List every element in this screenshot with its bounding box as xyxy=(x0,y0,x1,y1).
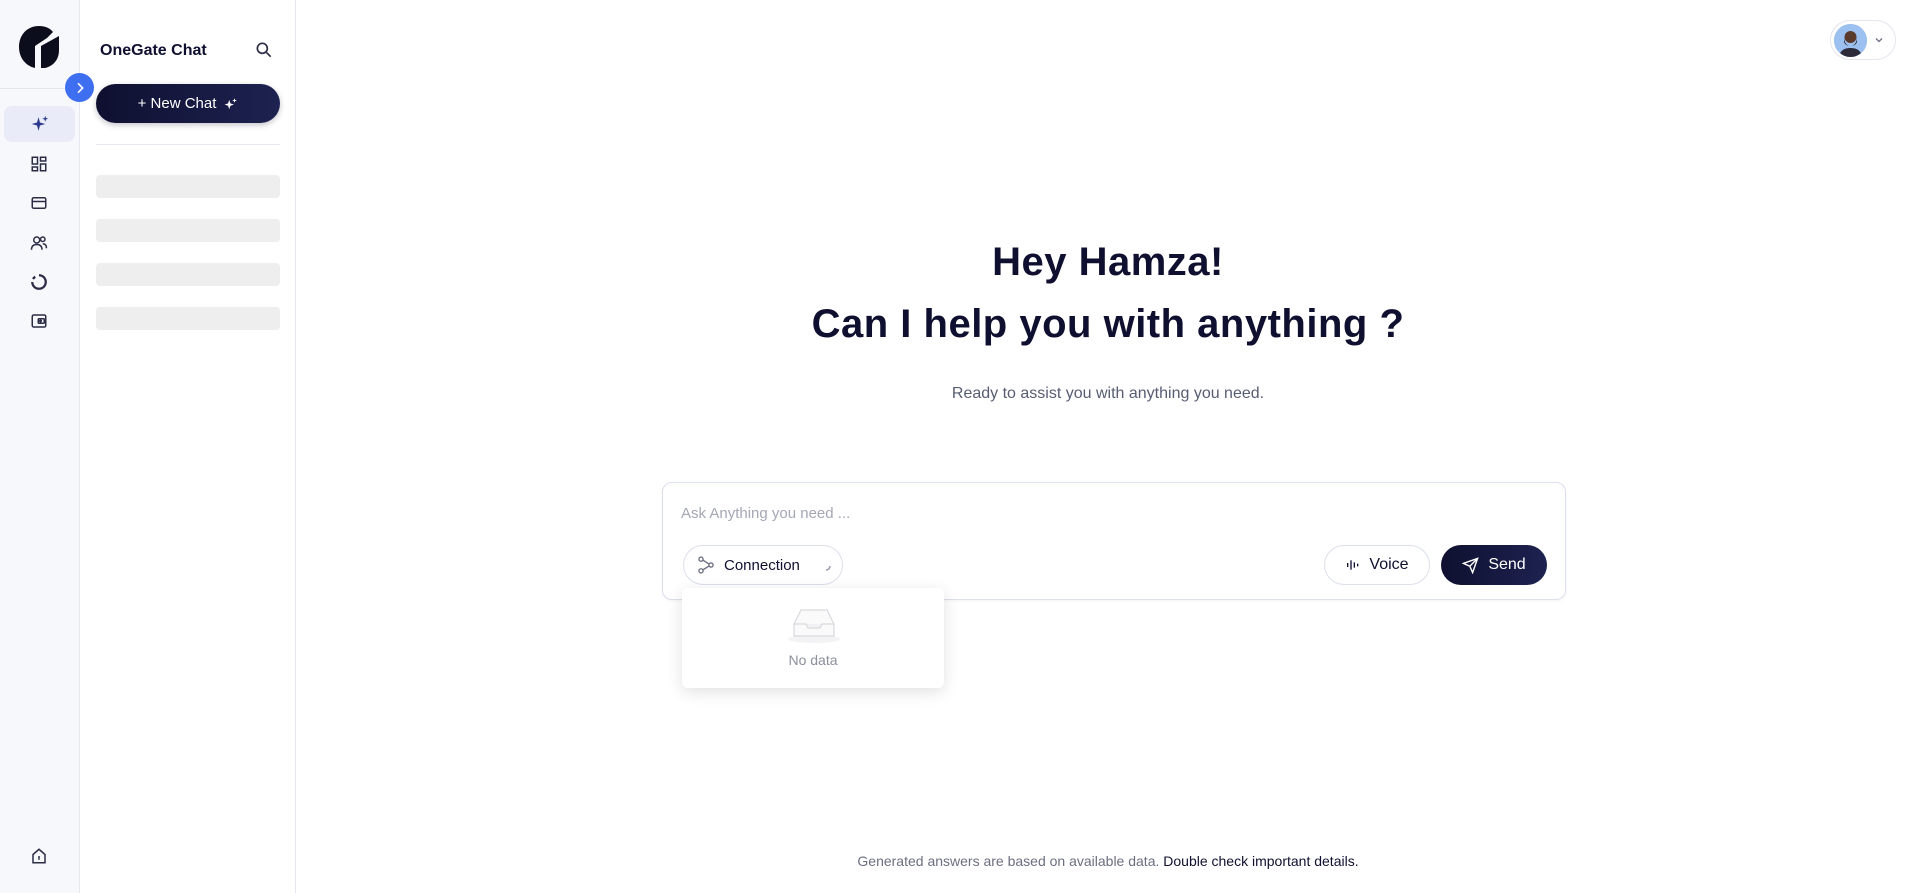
new-chat-label: + New Chat xyxy=(137,95,217,112)
wallet-icon xyxy=(31,314,47,328)
rail-item-dashboard[interactable] xyxy=(22,148,56,180)
account-menu-button[interactable] xyxy=(1830,20,1896,60)
donut-chart-icon xyxy=(31,274,47,290)
new-chat-button[interactable]: + New Chat xyxy=(96,84,280,123)
greeting-title: Hey Hamza! xyxy=(992,240,1224,284)
disclaimer-text: Generated answers are based on available… xyxy=(857,853,1160,869)
rail-item-ai-chat[interactable] xyxy=(4,106,75,142)
panel-title: OneGate Chat xyxy=(100,42,207,59)
rail-item-home[interactable] xyxy=(22,840,56,872)
empty-state-text: No data xyxy=(788,652,838,668)
connection-select[interactable]: Connection xyxy=(683,545,843,585)
chevron-down-icon xyxy=(1875,38,1883,43)
send-label: Send xyxy=(1488,556,1526,573)
voice-button[interactable]: Voice xyxy=(1324,545,1430,585)
collapse-sidebar-button[interactable] xyxy=(65,73,94,102)
chat-list-skeleton xyxy=(96,175,280,198)
connection-nodes-icon xyxy=(698,556,714,574)
audio-waveform-icon xyxy=(1347,560,1359,570)
rail-item-wallet[interactable] xyxy=(22,305,56,337)
connection-label: Connection xyxy=(724,556,800,574)
rail-item-users[interactable] xyxy=(22,227,56,259)
prompt-box: Connection Voice Send xyxy=(662,482,1566,600)
icon-rail xyxy=(0,0,80,893)
send-button[interactable]: Send xyxy=(1441,545,1547,585)
card-icon xyxy=(31,197,47,209)
panel-divider xyxy=(96,144,280,145)
onegate-logo[interactable] xyxy=(17,24,61,70)
empty-inbox-icon xyxy=(788,609,840,643)
users-icon xyxy=(30,236,48,250)
voice-label: Voice xyxy=(1369,556,1409,573)
chevron-right-icon xyxy=(76,82,84,93)
send-icon xyxy=(1462,556,1480,574)
prompt-input[interactable] xyxy=(681,501,1541,525)
loading-spinner-icon xyxy=(825,565,831,571)
rail-item-cards[interactable] xyxy=(22,187,56,219)
chat-list-skeleton xyxy=(96,263,280,286)
dashboard-icon xyxy=(31,156,47,172)
disclaimer-emphasis: Double check important details. xyxy=(1163,853,1359,869)
chat-list-skeleton xyxy=(96,307,280,330)
sparkles-icon xyxy=(31,115,48,131)
chat-list-skeleton xyxy=(96,219,280,242)
home-icon xyxy=(32,848,46,864)
chat-list-panel: OneGate Chat + New Chat xyxy=(80,0,296,893)
sparkle-icon xyxy=(224,97,238,109)
disclaimer-footer: Generated answers are based on available… xyxy=(296,853,1920,869)
connection-dropdown: No data xyxy=(682,588,944,688)
hero-subtitle: Ready to assist you with anything you ne… xyxy=(951,385,1265,402)
help-question-title: Can I help you with anything ? xyxy=(811,302,1405,346)
rail-item-analytics[interactable] xyxy=(22,266,56,298)
user-avatar xyxy=(1834,23,1867,57)
search-icon[interactable] xyxy=(254,40,274,60)
